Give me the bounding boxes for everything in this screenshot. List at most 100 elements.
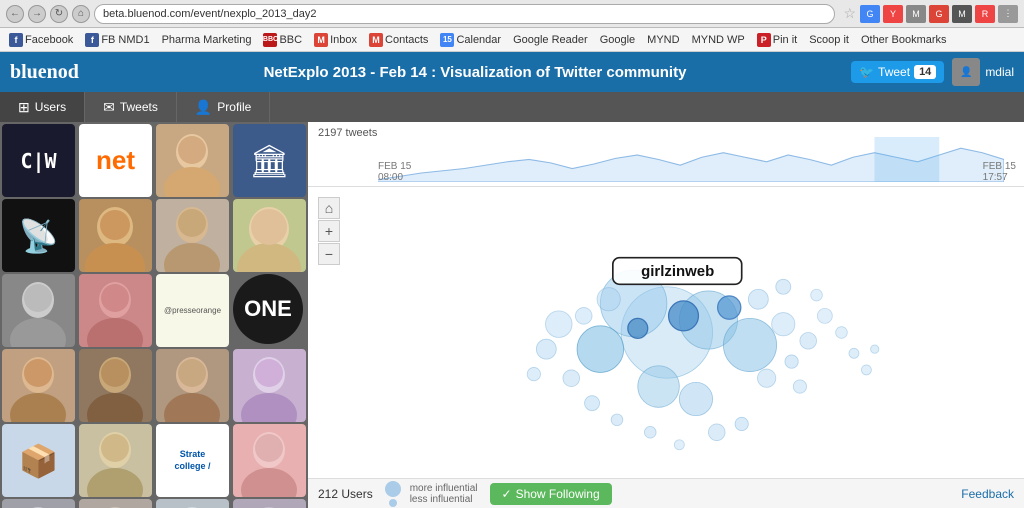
bookmark-google[interactable]: Google — [597, 33, 638, 47]
forward-button[interactable]: → — [28, 5, 46, 23]
avatar-grid: C|W net 🏛 📡 @presseo — [0, 122, 308, 508]
tab-users[interactable]: ⊞ Users — [0, 92, 85, 122]
zoom-out-button[interactable]: − — [318, 243, 340, 265]
timeline-date-left: FEB 1508:00 — [378, 161, 411, 183]
browser-nav-bar: ← → ↻ ⌂ ☆ G Y M G M R ⋮ — [0, 0, 1024, 28]
svg-text:girlzinweb: girlzinweb — [641, 263, 714, 280]
more-influential-label: more influential — [410, 483, 478, 494]
show-following-button[interactable]: ✓ Show Following — [490, 483, 612, 505]
bookmark-fb-nmd1[interactable]: f FB NMD1 — [82, 32, 152, 48]
avatar-person2[interactable] — [79, 199, 152, 272]
tweets-tab-icon: ✉ — [103, 99, 115, 116]
legend-small-circle — [389, 499, 397, 507]
avatar-person7[interactable] — [2, 349, 75, 422]
avatar-person3[interactable] — [156, 199, 229, 272]
bookmark-inbox[interactable]: M Inbox — [311, 32, 360, 48]
back-button[interactable]: ← — [6, 5, 24, 23]
bookmark-star-icon[interactable]: ☆ — [843, 5, 856, 22]
avatar-person8[interactable] — [79, 349, 152, 422]
avatar-unesco[interactable]: 🏛 — [233, 124, 306, 197]
address-bar[interactable] — [94, 4, 835, 24]
tab-tweets-label: Tweets — [120, 100, 158, 114]
app-header: bluenod NetExplo 2013 - Feb 14 : Visuali… — [0, 52, 1024, 92]
bookmark-reader[interactable]: Google Reader — [510, 33, 591, 47]
tweet-count-label: 2197 tweets — [318, 127, 377, 139]
extension-icon-5[interactable]: M — [952, 5, 972, 23]
bookmark-mynd-wp[interactable]: MYND WP — [689, 33, 748, 47]
tweet-button[interactable]: 🐦 Tweet 14 — [851, 61, 944, 83]
avatar-strate[interactable]: Stratecollege / — [156, 424, 229, 497]
visualization-panel: 2197 tweets FEB 1508:00 FEB 1517:57 ⌂ + … — [308, 122, 1024, 508]
tweet-btn-label: Tweet — [878, 65, 910, 79]
bookmark-contacts[interactable]: M Contacts — [366, 32, 431, 48]
avatar-book[interactable]: 📦 — [2, 424, 75, 497]
feedback-link[interactable]: Feedback — [961, 487, 1014, 501]
home-map-button[interactable]: ⌂ — [318, 197, 340, 219]
users-tab-icon: ⊞ — [18, 99, 30, 116]
avatar-person6[interactable] — [79, 274, 152, 347]
users-panel: C|W net 🏛 📡 @presseo — [0, 122, 308, 508]
app-logo: bluenod — [10, 61, 79, 84]
bottom-bar: 212 Users more influential less influent… — [308, 478, 1024, 508]
users-count-label: 212 Users — [318, 487, 373, 501]
avatar-ciw[interactable]: C|W — [2, 124, 75, 197]
bookmark-bbc[interactable]: BBC BBC — [260, 32, 305, 48]
timeline-chart[interactable] — [378, 137, 1004, 182]
avatar-net[interactable]: net — [79, 124, 152, 197]
bookmark-other[interactable]: Other Bookmarks — [858, 33, 950, 47]
username-label: mdial — [985, 65, 1014, 79]
timeline-date-right: FEB 1517:57 — [983, 161, 1016, 183]
bookmark-mynd[interactable]: MYND — [644, 33, 682, 47]
avatar-wifi[interactable]: 📡 — [2, 199, 75, 272]
bookmark-pinit[interactable]: P Pin it — [754, 32, 800, 48]
check-icon: ✓ — [502, 487, 512, 501]
avatar-person11[interactable] — [79, 424, 152, 497]
avatar-person14[interactable] — [79, 499, 152, 508]
extension-icon-2[interactable]: Y — [883, 5, 903, 23]
bookmark-calendar[interactable]: 15 Calendar — [437, 32, 504, 48]
avatar-person1[interactable] — [156, 124, 229, 197]
avatar-person5[interactable] — [2, 274, 75, 347]
extension-icon-1[interactable]: G — [860, 5, 880, 23]
zoom-in-button[interactable]: + — [318, 220, 340, 242]
page-title: NetExplo 2013 - Feb 14 : Visualization o… — [99, 64, 851, 81]
influence-legend: more influential less influential — [385, 481, 478, 507]
bookmark-facebook[interactable]: f Facebook — [6, 32, 76, 48]
avatar-person13[interactable] — [2, 499, 75, 508]
map-controls: ⌂ + − — [318, 197, 340, 265]
avatar-person16[interactable] — [233, 499, 306, 508]
avatar-one[interactable]: ONE — [233, 274, 303, 344]
bookmark-scoopit[interactable]: Scoop it — [806, 33, 852, 47]
avatar-person15[interactable] — [156, 499, 229, 508]
extension-icon-4[interactable]: G — [929, 5, 949, 23]
user-avatar[interactable]: 👤 — [952, 58, 980, 86]
browser-toolbar-icons: G Y M G M R ⋮ — [860, 5, 1018, 23]
tweet-bird-icon: 🐦 — [859, 65, 874, 79]
profile-tab-icon: 👤 — [195, 99, 212, 116]
avatar-person10[interactable] — [233, 349, 306, 422]
extension-icon-6[interactable]: R — [975, 5, 995, 23]
bookmark-pharma[interactable]: Pharma Marketing — [159, 33, 255, 47]
legend-large-circle — [385, 481, 401, 497]
bubble-svg: girlzinweb — [343, 187, 1024, 478]
extension-icon-3[interactable]: M — [906, 5, 926, 23]
extension-icon-7[interactable]: ⋮ — [998, 5, 1018, 23]
timeline-header: 2197 tweets FEB 1508:00 FEB 1517:57 — [308, 122, 1024, 187]
tab-profile-label: Profile — [217, 100, 251, 114]
tweet-count-badge: 14 — [914, 65, 936, 79]
home-nav-button[interactable]: ⌂ — [72, 5, 90, 23]
refresh-button[interactable]: ↻ — [50, 5, 68, 23]
bookmarks-bar: f Facebook f FB NMD1 Pharma Marketing BB… — [0, 28, 1024, 52]
tab-bar: ⊞ Users ✉ Tweets 👤 Profile — [0, 92, 1024, 122]
avatar-person4[interactable] — [233, 199, 306, 272]
less-influential-label: less influential — [410, 494, 478, 505]
show-following-label: Show Following — [516, 487, 600, 501]
tab-users-label: Users — [35, 100, 66, 114]
tab-tweets[interactable]: ✉ Tweets — [85, 92, 177, 122]
avatar-presseorange[interactable]: @presseorange — [156, 274, 229, 347]
avatar-person12[interactable] — [233, 424, 306, 497]
viz-area[interactable]: ⌂ + − — [308, 187, 1024, 478]
main-layout: C|W net 🏛 📡 @presseo — [0, 122, 1024, 508]
tab-profile[interactable]: 👤 Profile — [177, 92, 270, 122]
avatar-person9[interactable] — [156, 349, 229, 422]
